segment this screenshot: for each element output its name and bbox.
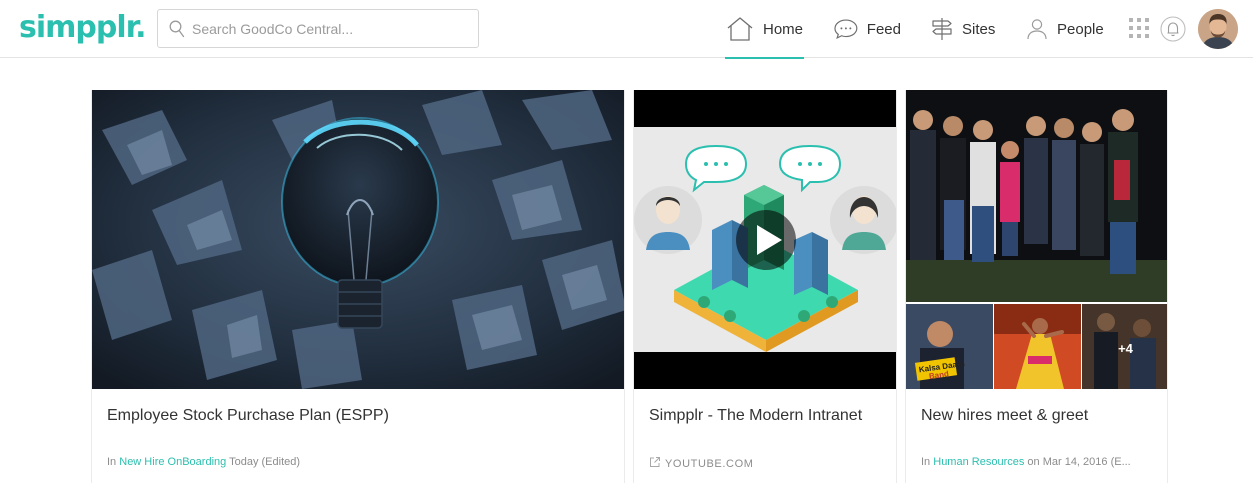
site-link[interactable]: New Hire OnBoarding xyxy=(119,456,226,468)
bell-icon[interactable] xyxy=(1160,16,1186,42)
meta-prefix: In xyxy=(107,456,117,468)
group-photo-icon xyxy=(906,90,1167,302)
people-icon xyxy=(1027,19,1047,40)
video-illustration-icon xyxy=(634,90,896,389)
more-photos-count: +4 xyxy=(1118,341,1134,356)
user-photo-icon xyxy=(1198,9,1238,49)
nav-people[interactable]: People xyxy=(1025,0,1105,58)
lightbulb-image-icon xyxy=(92,90,624,389)
card-meta: YOUTUBE.COM xyxy=(649,456,754,470)
nav-sites-label: Sites xyxy=(962,20,996,38)
card-image[interactable] xyxy=(92,90,624,389)
home-icon xyxy=(727,17,753,41)
video-source[interactable]: YOUTUBE.COM xyxy=(665,458,754,470)
content-card[interactable]: Simpplr - The Modern Intranet YOUTUBE.CO… xyxy=(633,90,897,483)
nav-feed[interactable]: Feed xyxy=(833,0,901,58)
card-title[interactable]: New hires meet & greet xyxy=(921,407,1088,425)
content-card[interactable]: Kalsa Daaru Band +4 New hires meet & gre… xyxy=(905,90,1168,483)
photo-thumbnail-icon[interactable]: Kalsa Daaru Band xyxy=(906,304,993,389)
meta-prefix: In xyxy=(921,456,931,468)
nav-home[interactable]: Home xyxy=(725,0,804,59)
photo-thumbnail-icon[interactable]: +4 xyxy=(1082,304,1167,389)
search-input[interactable] xyxy=(192,18,472,40)
video-thumbnail[interactable] xyxy=(634,90,896,389)
content-card[interactable]: Employee Stock Purchase Plan (ESPP) In N… xyxy=(91,90,625,483)
apps-grid-icon[interactable] xyxy=(1128,17,1150,39)
sites-icon xyxy=(932,18,952,40)
meta-date: on Mar 14, 2016 (E... xyxy=(1027,456,1131,468)
card-meta: In Human Resources on Mar 14, 2016 (E... xyxy=(921,456,1131,468)
feed-icon xyxy=(834,19,858,40)
card-title[interactable]: Employee Stock Purchase Plan (ESPP) xyxy=(107,407,389,425)
simpplr-logo[interactable]: simpplr. xyxy=(19,10,147,45)
search-icon xyxy=(169,20,185,38)
search-box[interactable] xyxy=(157,9,479,48)
site-link[interactable]: Human Resources xyxy=(933,456,1024,468)
nav-people-label: People xyxy=(1057,20,1104,38)
nav-sites[interactable]: Sites xyxy=(930,0,996,58)
external-link-icon xyxy=(650,457,660,467)
meta-date: Today (Edited) xyxy=(229,456,301,468)
photo-thumbnail-icon[interactable] xyxy=(994,304,1081,389)
photo-album[interactable]: Kalsa Daaru Band +4 xyxy=(906,90,1167,389)
top-navigation-bar: simpplr. Home Feed Sites xyxy=(0,0,1253,59)
nav-home-label: Home xyxy=(763,20,804,38)
card-title[interactable]: Simpplr - The Modern Intranet xyxy=(649,407,862,425)
card-meta: In New Hire OnBoarding Today (Edited) xyxy=(107,456,300,468)
avatar[interactable] xyxy=(1198,9,1238,49)
nav-feed-label: Feed xyxy=(866,20,901,38)
